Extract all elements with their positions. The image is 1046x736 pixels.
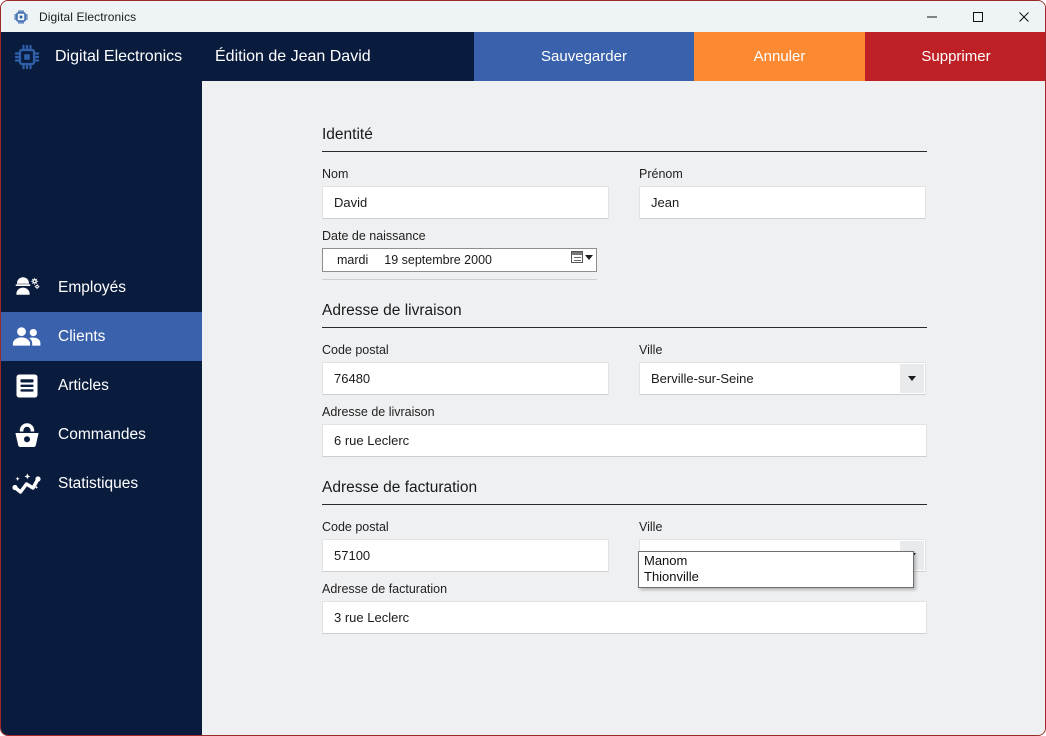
- list-item[interactable]: Manom: [639, 553, 913, 569]
- shipping-city-value: Berville-sur-Seine: [651, 371, 754, 386]
- close-button[interactable]: [1001, 1, 1045, 32]
- chip-icon: [13, 9, 29, 25]
- article-list-icon: [10, 371, 44, 401]
- line-chart-icon: [10, 469, 44, 499]
- brand-name: Digital Electronics: [55, 47, 183, 65]
- chevron-down-icon: [908, 376, 916, 381]
- delete-button[interactable]: Supprimer: [865, 32, 1045, 81]
- sidebar-item-label: Employés: [58, 278, 127, 296]
- basket-icon: [10, 420, 44, 450]
- save-button[interactable]: Sauvegarder: [474, 32, 694, 81]
- billing-row: Code postal 57100 Ville Manom Thionville: [322, 519, 927, 588]
- sidebar: Employés Clients Articles Commandes Stat…: [1, 81, 202, 735]
- date-day-name: mardi: [337, 253, 369, 267]
- people-icon: [10, 322, 44, 352]
- billing-city-group: Ville Manom Thionville: [638, 519, 926, 588]
- client-edit-form: Identité Nom David Date de naissance mar…: [322, 126, 927, 634]
- window-controls: [909, 1, 1045, 32]
- shipping-postal-label: Code postal: [322, 343, 389, 357]
- nom-label: Nom: [322, 167, 349, 181]
- sidebar-item-label: Commandes: [58, 425, 146, 443]
- window-titlebar: Digital Electronics: [1, 1, 1045, 32]
- prenom-label: Prénom: [639, 167, 683, 181]
- window-title: Digital Electronics: [39, 9, 137, 24]
- prenom-field-group: Prénom Jean: [639, 166, 926, 280]
- date-naissance-picker[interactable]: mardi 19 septembre 2000: [322, 248, 597, 272]
- list-item[interactable]: Thionville: [639, 569, 913, 585]
- shipping-city-group: Ville Berville-sur-Seine: [639, 342, 926, 395]
- calendar-dropdown-button[interactable]: [571, 251, 593, 263]
- minimize-button[interactable]: [909, 1, 955, 32]
- nom-input[interactable]: David: [322, 186, 609, 219]
- sidebar-item-articles[interactable]: Articles: [1, 361, 202, 410]
- shipping-postal-group: Code postal 76480: [322, 342, 609, 395]
- section-title-adresse-livraison: Adresse de livraison: [322, 302, 927, 328]
- sidebar-item-label: Statistiques: [58, 474, 139, 492]
- section-title-adresse-facturation: Adresse de facturation: [322, 479, 927, 505]
- shipping-postal-input[interactable]: 76480: [322, 362, 609, 395]
- shipping-city-dropdown-button[interactable]: [900, 364, 924, 393]
- shipping-row: Code postal 76480 Ville Berville-sur-Sei…: [322, 342, 927, 395]
- shipping-address-input[interactable]: 6 rue Leclerc: [322, 424, 927, 457]
- calendar-icon: [571, 251, 583, 263]
- chevron-down-icon: [585, 254, 593, 260]
- sidebar-item-label: Clients: [58, 327, 106, 345]
- billing-postal-label: Code postal: [322, 520, 389, 534]
- shipping-address-label: Adresse de livraison: [322, 405, 435, 419]
- billing-address-input[interactable]: 3 rue Leclerc: [322, 601, 927, 634]
- cancel-button[interactable]: Annuler: [694, 32, 865, 81]
- date-value: 19 septembre 2000: [384, 253, 492, 267]
- brand: Digital Electronics: [1, 32, 201, 81]
- main-content: Identité Nom David Date de naissance mar…: [202, 81, 1045, 735]
- sidebar-item-employes[interactable]: Employés: [1, 263, 202, 312]
- page-title: Édition de Jean David: [215, 47, 371, 65]
- shipping-city-label: Ville: [639, 343, 663, 357]
- app-header: Digital Electronics Édition de Jean Davi…: [1, 32, 1045, 81]
- billing-city-dropdown-list[interactable]: Manom Thionville: [638, 551, 914, 588]
- billing-postal-input[interactable]: 57100: [322, 539, 609, 572]
- sidebar-item-label: Articles: [58, 376, 109, 394]
- shipping-city-select[interactable]: Berville-sur-Seine: [639, 362, 926, 395]
- date-field-underline: [322, 279, 597, 280]
- nom-field-group: Nom David Date de naissance mardi 19 sep…: [322, 166, 609, 280]
- date-naissance-label: Date de naissance: [322, 229, 426, 243]
- chip-icon: [13, 43, 41, 71]
- engineer-gear-icon: [10, 273, 44, 303]
- billing-postal-group: Code postal 57100: [322, 519, 609, 572]
- maximize-button[interactable]: [955, 1, 1001, 32]
- section-title-identite: Identité: [322, 126, 927, 152]
- sidebar-item-statistiques[interactable]: Statistiques: [1, 459, 202, 508]
- prenom-input[interactable]: Jean: [639, 186, 926, 219]
- sidebar-item-commandes[interactable]: Commandes: [1, 410, 202, 459]
- sidebar-item-clients[interactable]: Clients: [1, 312, 202, 361]
- billing-city-label: Ville: [639, 520, 663, 534]
- identity-row: Nom David Date de naissance mardi 19 sep…: [322, 166, 927, 280]
- application-window: Digital Electronics Digital Electronics …: [0, 0, 1046, 736]
